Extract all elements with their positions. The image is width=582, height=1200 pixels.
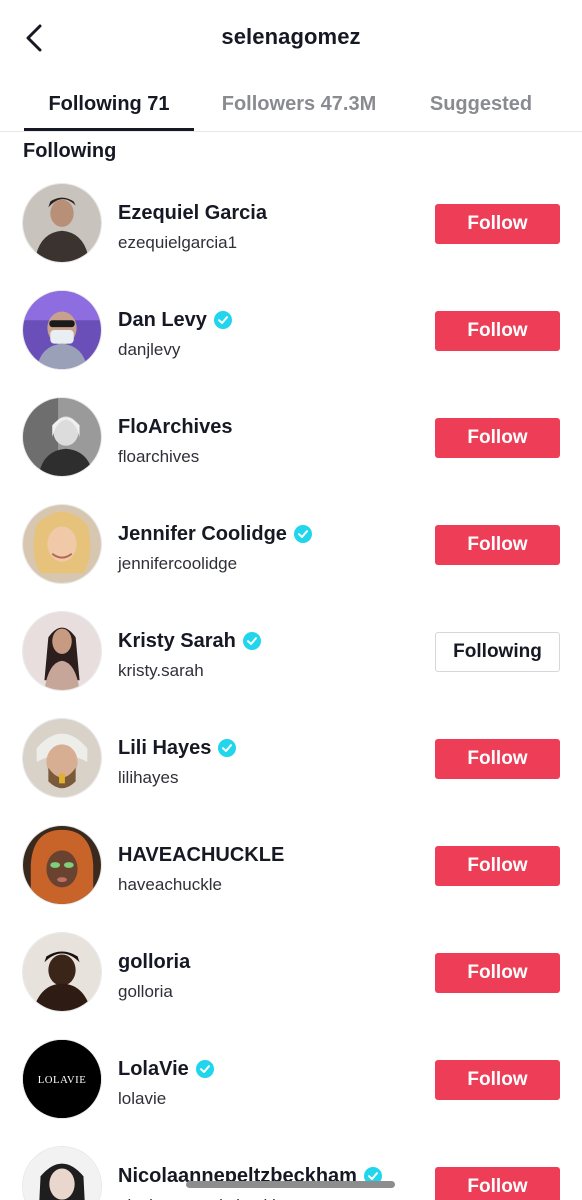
verified-badge-icon	[293, 525, 312, 543]
avatar[interactable]	[22, 1146, 102, 1200]
tab-following-label: Following 71	[48, 92, 170, 115]
follow-button[interactable]: Follow	[435, 739, 560, 779]
user-name: golloria	[118, 950, 191, 973]
verified-badge-icon	[195, 1060, 214, 1078]
list-item[interactable]: LOLAVIE LolaVie lolavie Follow	[0, 1026, 582, 1133]
list-item[interactable]: FloArchives floarchives Follow	[0, 384, 582, 491]
user-handle: kristy.sarah	[118, 661, 204, 680]
list-item[interactable]: Ezequiel Garcia ezequielgarcia1 Follow	[0, 170, 582, 277]
follow-button[interactable]: Follow	[435, 204, 560, 244]
name-line: HAVEACHUCKLE	[118, 842, 284, 868]
list-item[interactable]: HAVEACHUCKLE haveachuckle Follow	[0, 812, 582, 919]
following-button[interactable]: Following	[435, 632, 560, 672]
name-line: Kristy Sarah	[118, 628, 261, 654]
name-line: LolaVie	[118, 1056, 214, 1082]
section-title: Following	[23, 140, 117, 162]
user-handle: haveachuckle	[118, 875, 222, 894]
avatar[interactable]	[22, 290, 102, 370]
user-handle: lilihayes	[118, 768, 179, 787]
user-name: LolaVie	[118, 1057, 189, 1080]
name-line: Ezequiel Garcia	[118, 200, 267, 226]
user-handle: golloria	[118, 982, 173, 1001]
tab-bar: Following 71 Followers 47.3M Suggested	[0, 76, 582, 132]
avatar[interactable]	[22, 718, 102, 798]
user-handle: ezequielgarcia1	[118, 233, 238, 252]
page-title: selenagomez	[221, 24, 361, 49]
avatar-logo-text: LOLAVIE	[38, 1074, 86, 1086]
user-handle: nicolaannepeltzbeckham	[118, 1196, 305, 1200]
follow-button[interactable]: Follow	[435, 1167, 560, 1200]
top-bar: selenagomez	[0, 0, 582, 76]
list-item[interactable]: Nicolaannepeltzbeckham nicolaannepeltzbe…	[0, 1133, 582, 1200]
tab-followers[interactable]: Followers 47.3M	[208, 76, 390, 132]
list-item[interactable]: Lili Hayes lilihayes Follow	[0, 705, 582, 812]
active-tab-indicator	[24, 128, 194, 131]
user-name: Kristy Sarah	[118, 629, 236, 652]
name-line: golloria	[118, 949, 190, 975]
tab-suggested-label: Suggested	[429, 92, 533, 115]
avatar[interactable]	[22, 825, 102, 905]
avatar[interactable]	[22, 611, 102, 691]
user-name: Jennifer Coolidge	[118, 522, 287, 545]
verified-badge-icon	[242, 632, 261, 650]
user-handle: floarchives	[118, 447, 200, 466]
tab-followers-label: Followers 47.3M	[221, 92, 377, 115]
user-list: Ezequiel Garcia ezequielgarcia1 Follow D…	[0, 170, 582, 1200]
avatar[interactable]	[22, 504, 102, 584]
user-handle: danjlevy	[118, 340, 181, 359]
avatar[interactable]	[22, 397, 102, 477]
list-item[interactable]: Jennifer Coolidge jennifercoolidge Follo…	[0, 491, 582, 598]
follow-button[interactable]: Follow	[435, 311, 560, 351]
name-line: Jennifer Coolidge	[118, 521, 312, 547]
list-item[interactable]: golloria golloria Follow	[0, 919, 582, 1026]
follow-button[interactable]: Follow	[435, 1060, 560, 1100]
avatar[interactable]	[22, 183, 102, 263]
user-name: FloArchives	[118, 415, 233, 438]
user-handle: jennifercoolidge	[118, 554, 238, 573]
tab-suggested[interactable]: Suggested	[410, 76, 552, 132]
avatar[interactable]: LOLAVIE	[22, 1039, 102, 1119]
tab-following[interactable]: Following 71	[24, 76, 194, 132]
name-line: Lili Hayes	[118, 735, 237, 761]
follow-button[interactable]: Follow	[435, 953, 560, 993]
list-item[interactable]: Dan Levy danjlevy Follow	[0, 277, 582, 384]
name-line: FloArchives	[118, 414, 232, 440]
list-item[interactable]: Kristy Sarah kristy.sarah Following	[0, 598, 582, 705]
follow-button[interactable]: Follow	[435, 525, 560, 565]
user-name: HAVEACHUCKLE	[118, 843, 285, 866]
user-name: Lili Hayes	[118, 736, 212, 759]
follow-button[interactable]: Follow	[435, 418, 560, 458]
avatar[interactable]	[22, 932, 102, 1012]
verified-badge-icon	[218, 739, 237, 757]
following-list-screen: selenagomez Following 71 Followers 47.3M…	[0, 0, 582, 1200]
home-indicator[interactable]	[186, 1181, 395, 1188]
user-handle: lolavie	[118, 1089, 167, 1108]
verified-badge-icon	[213, 311, 232, 329]
name-line: Dan Levy	[118, 307, 232, 333]
follow-button[interactable]: Follow	[435, 846, 560, 886]
user-name: Ezequiel Garcia	[118, 201, 267, 224]
user-name: Dan Levy	[118, 308, 207, 331]
